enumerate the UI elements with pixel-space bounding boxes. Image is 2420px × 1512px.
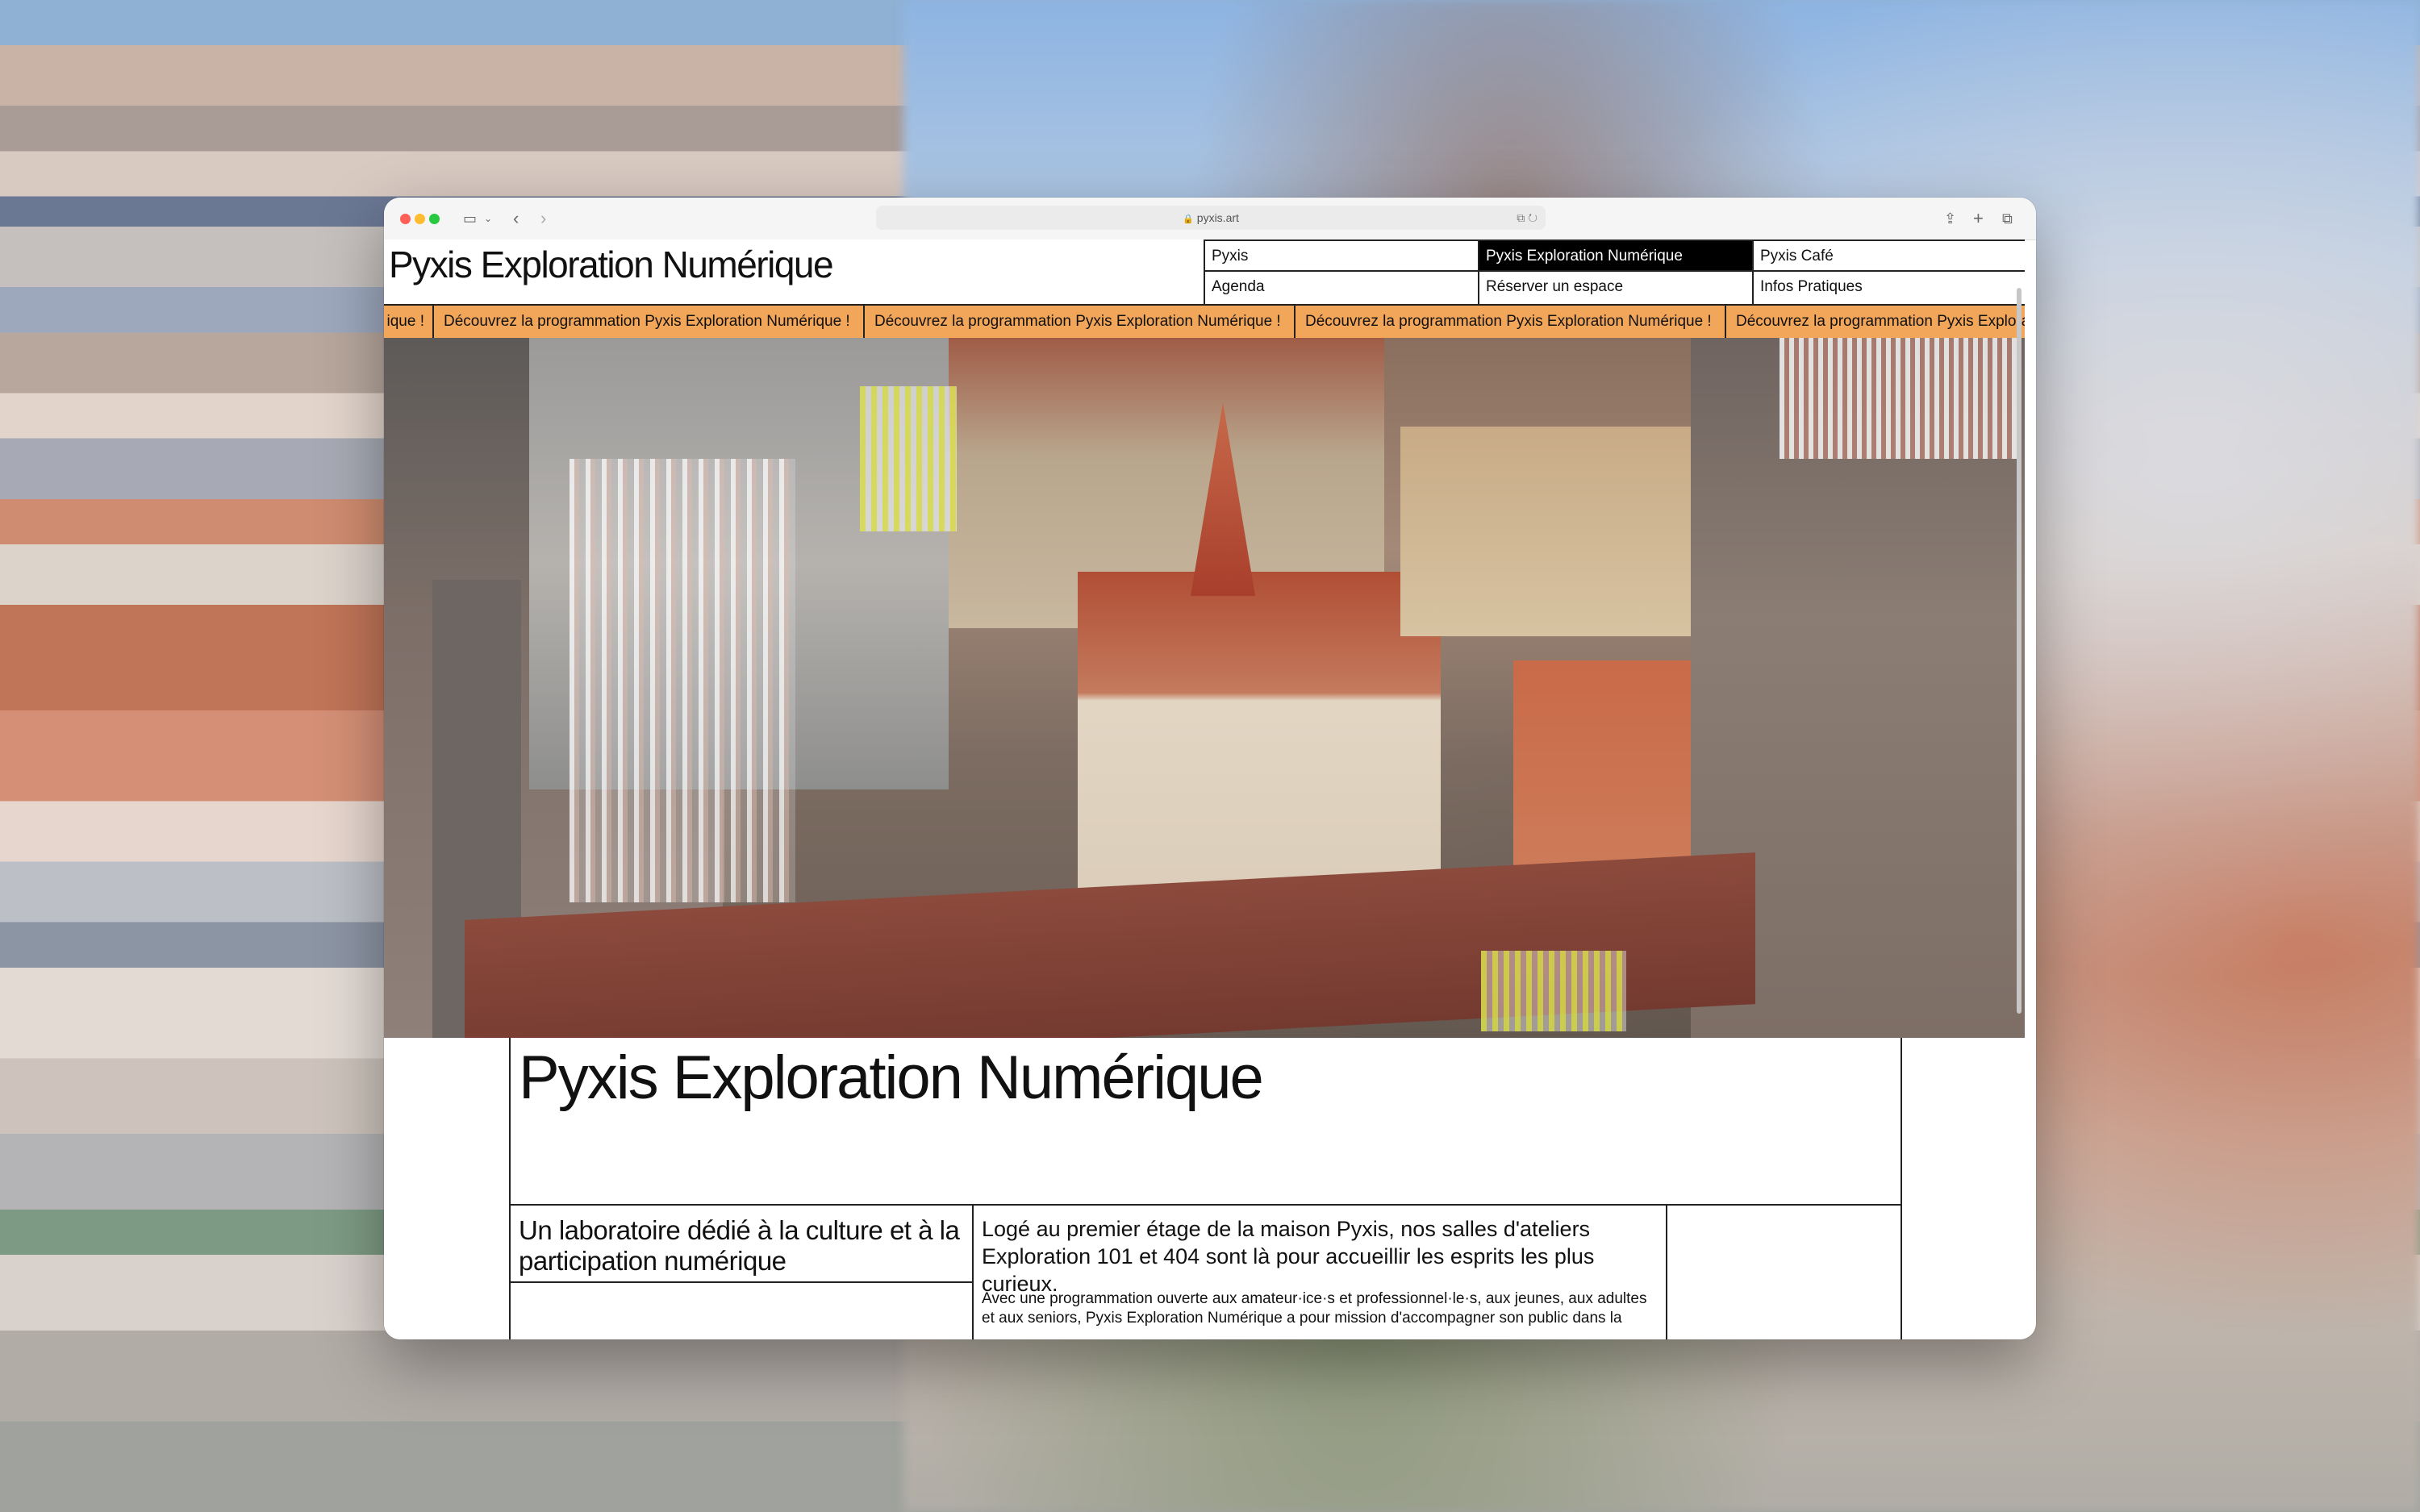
sidebar-toggle-icon[interactable]: ▭ <box>463 209 477 228</box>
forward-icon[interactable]: › <box>540 209 546 228</box>
announcement-ticker[interactable]: ique ! Découvrez la programmation Pyxis … <box>384 304 2025 339</box>
content-grid: Pyxis Exploration Numérique Un laboratoi… <box>509 1038 1902 1339</box>
lock-icon: 🔒 <box>1183 215 1194 224</box>
ticker-item[interactable]: Découvrez la programmation Pyxis Explora… <box>432 306 863 338</box>
scrollbar[interactable] <box>2017 288 2022 1014</box>
nav-item-pyxis-cafe[interactable]: Pyxis Café <box>1754 241 2025 272</box>
address-bar[interactable]: 🔒 pyxis.art ⧉ ↻ <box>876 206 1546 230</box>
chevron-down-icon[interactable]: ⌄ <box>484 209 492 228</box>
close-window-button[interactable] <box>400 214 411 224</box>
tabs-overview-icon[interactable]: ⧉ <box>2002 209 2013 228</box>
nav-item-agenda[interactable]: Agenda <box>1205 272 1479 306</box>
lead-paragraph: Logé au premier étage de la maison Pyxis… <box>982 1217 1595 1296</box>
url-text: pyxis.art <box>1196 211 1239 224</box>
divider <box>511 1281 974 1283</box>
ticker-item[interactable]: ique ! <box>384 306 432 338</box>
new-tab-icon[interactable]: + <box>1973 209 1984 228</box>
browser-window: ▭ ⌄ ‹ › 🔒 pyxis.art ⧉ ↻ ⇪ + ⧉ Pyxis Explo… <box>384 198 2036 1339</box>
divider <box>972 1204 974 1339</box>
site-title[interactable]: Pyxis Exploration Numérique <box>389 243 834 286</box>
zoom-window-button[interactable] <box>429 214 440 224</box>
nav-item-pyxis[interactable]: Pyxis <box>1205 241 1479 272</box>
ticker-item[interactable]: Découvrez la programmation Pyxis Explora… <box>863 306 1294 338</box>
main-navigation: Pyxis Pyxis Exploration Numérique Pyxis … <box>1204 240 2025 306</box>
ticker-item[interactable]: Découvrez la programmation Pyxis Explora <box>1725 306 2025 338</box>
hero-image <box>384 338 2025 1038</box>
browser-toolbar: ▭ ⌄ ‹ › 🔒 pyxis.art ⧉ ↻ ⇪ + ⧉ <box>384 198 2036 240</box>
translate-icon[interactable]: ⧉ <box>1517 211 1525 224</box>
body-paragraph: Avec une programmation ouverte aux amate… <box>982 1290 1647 1327</box>
reload-icon[interactable]: ↻ <box>1528 211 1538 224</box>
nav-item-infos-pratiques[interactable]: Infos Pratiques <box>1754 272 2025 306</box>
nav-item-exploration-numerique[interactable]: Pyxis Exploration Numérique <box>1479 241 1754 272</box>
page-title: Pyxis Exploration Numérique <box>519 1043 1264 1112</box>
web-page: Pyxis Exploration Numérique Pyxis Pyxis … <box>384 240 2025 1339</box>
divider <box>511 1204 1901 1206</box>
ticker-item[interactable]: Découvrez la programmation Pyxis Explora… <box>1294 306 1725 338</box>
share-icon[interactable]: ⇪ <box>1944 209 1956 228</box>
nav-item-reserver-espace[interactable]: Réserver un espace <box>1479 272 1754 306</box>
minimize-window-button[interactable] <box>415 214 425 224</box>
back-icon[interactable]: ‹ <box>513 209 519 228</box>
section-subtitle: Un laboratoire dédié à la culture et à l… <box>519 1215 960 1276</box>
